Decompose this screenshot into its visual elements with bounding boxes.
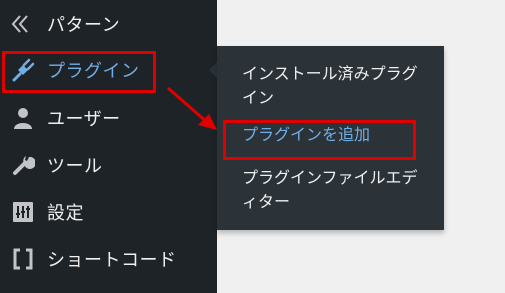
- sidebar-item-label: ユーザー: [47, 109, 121, 130]
- pattern-icon: [10, 11, 36, 37]
- admin-sidebar: パターン プラグイン ユーザー ツール 設定 ショートコード: [0, 0, 217, 293]
- sidebar-item-shortcode[interactable]: ショートコード: [0, 235, 217, 283]
- submenu-item-installed-plugins[interactable]: インストール済みプラグイン: [242, 62, 432, 110]
- sidebar-item-label: パターン: [47, 15, 121, 36]
- sidebar-item-label: ツール: [47, 156, 103, 177]
- red-arrow-icon: [167, 86, 217, 130]
- highlight-add-plugin-box: [223, 120, 416, 160]
- sidebar-item-label: ショートコード: [47, 250, 177, 271]
- sidebar-item-settings[interactable]: 設定: [0, 188, 217, 236]
- sidebar-item-label: 設定: [47, 203, 84, 224]
- highlight-plugins-box: [2, 51, 156, 93]
- submenu-item-plugin-file-editor[interactable]: プラグインファイルエディター: [242, 166, 432, 214]
- sidebar-item-patterns[interactable]: パターン: [0, 0, 217, 48]
- user-icon: [10, 105, 36, 131]
- brackets-icon: [10, 246, 36, 272]
- wrench-icon: [10, 152, 36, 178]
- sidebar-item-tools[interactable]: ツール: [0, 141, 217, 189]
- submenu-pointer: [209, 62, 217, 78]
- settings-icon: [10, 199, 36, 225]
